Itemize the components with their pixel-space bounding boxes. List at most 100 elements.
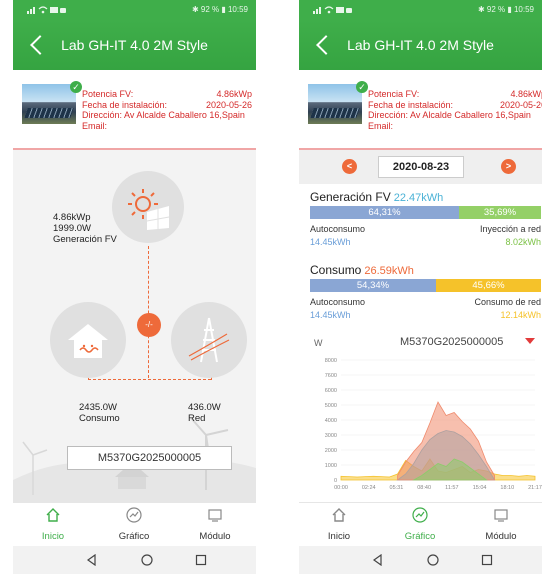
nav-grafico[interactable]: Gráfico [99,507,169,542]
power-chart: 8000 7600 6000 5000 4000 3000 2000 1000 000:00 02… [325,358,542,491]
prev-date-icon[interactable]: < [342,159,357,174]
flow-line-pv [148,246,149,378]
flow-line-bottom [88,379,211,380]
consumption-values: 14.45kWh 12.14kWh [310,310,541,320]
page-title: Lab GH-IT 4.0 2M Style [347,37,494,53]
generation-values: 14.45kWh 8.02kWh [310,237,541,247]
energy-flow-panel: 4.86kWp 1999.0W Generación FV -/- 2435.0… [13,150,256,502]
system-recents-icon[interactable] [481,554,493,566]
y-tick-label: 6000 [325,388,337,394]
y-tick-label: 0 [334,478,337,484]
nav-inicio-label: Inicio [41,531,65,542]
phone-chart-screen: ✱ 92 % ▮ 10:59 Lab GH-IT 4.0 2M Style ✓ … [299,0,542,574]
bottom-nav: Inicio Gráfico Módulo [13,502,256,547]
generation-export-segment: 35,69% [459,206,541,219]
info-row-date: Fecha de instalación: 2020-05-26 [82,99,252,110]
y-tick-label: 2000 [325,448,337,454]
pv-current-label: 1999.0W [53,223,92,234]
date-selector: < 2020-08-23 > [299,150,542,184]
status-bar: ✱ 92 % ▮ 10:59 [299,0,542,20]
online-check-icon: ✓ [356,81,368,93]
generation-labels: Autoconsumo Inyección a red [310,224,541,234]
system-back-icon[interactable] [86,554,98,566]
nav-grafico[interactable]: Gráfico [385,507,455,542]
status-bar: ✱ 92 % ▮ 10:59 [13,0,256,20]
y-tick-label: 5000 [325,403,337,409]
consumption-self-segment: 54,34% [310,279,436,292]
generation-block: Generación FV 22.47kWh 64,31% 35,69% Auto… [299,186,542,254]
module-icon [208,509,222,522]
next-date-icon[interactable]: > [501,159,516,174]
date-field[interactable]: 2020-08-23 [378,156,464,178]
app-header: Lab GH-IT 4.0 2M Style [299,20,542,70]
consumption-grid-segment: 45,66% [436,279,541,292]
system-home-icon[interactable] [427,554,439,566]
nav-modulo[interactable]: Módulo [180,507,250,542]
y-tick-label: 4000 [325,418,337,424]
nav-inicio-label: Inicio [327,531,351,542]
system-nav-bar [299,546,542,574]
x-tick-label: 08:40 [417,485,431,491]
signal-wifi-icons [27,6,66,14]
nav-modulo-label: Módulo [485,531,517,542]
consumption-value: 2435.0W [79,402,118,413]
nav-grafico-label: Gráfico [118,531,150,542]
device-serial-selector[interactable]: M5370G2025000005 [67,446,232,470]
home-icon [332,508,346,522]
y-tick-label: 3000 [325,433,337,439]
x-tick-label: 00:00 [334,485,348,491]
y-tick-label: 1000 [325,463,337,469]
power-tower-icon [188,317,230,363]
chart-icon [412,507,428,523]
info-row-power: Potencia FV:4.86kWp [82,89,252,99]
app-header: Lab GH-IT 4.0 2M Style [13,20,256,70]
chart-icon [126,507,142,523]
nav-inicio[interactable]: Inicio [18,507,88,542]
consumption-labels: Autoconsumo Consumo de red [310,297,541,307]
generation-bar: 64,31% 35,69% [310,206,541,219]
status-icons [313,5,353,17]
generation-title: Generación FV 22.47kWh [310,190,444,204]
nav-modulo[interactable]: Módulo [466,507,536,542]
pv-generation-label: Generación FV [53,234,117,245]
x-tick-label: 18:10 [500,485,514,491]
phone-home-screen: ✱ 92 % ▮ 10:59 Lab GH-IT 4.0 2M Style ✓ … [13,0,256,574]
consumption-title: Consumo 26.59kWh [310,263,414,277]
system-nav-bar [13,546,256,574]
consumption-label: Consumo [79,413,120,424]
page-title: Lab GH-IT 4.0 2M Style [61,37,208,53]
home-icon [46,508,60,522]
x-tick-label: 15:04 [473,485,487,491]
plant-photo [22,84,76,124]
system-back-icon[interactable] [372,554,384,566]
plant-photo [308,84,362,124]
sun-panel-icon [128,189,170,230]
nav-inicio[interactable]: Inicio [304,507,374,542]
signal-wifi-icons [313,6,352,14]
status-icons [27,5,67,17]
generation-self-segment: 64,31% [310,206,459,219]
chart-serial[interactable]: M5370G2025000005 [400,336,503,348]
pv-power-label: 4.86kWp [53,212,91,223]
power-chart-panel: W M5370G2025000005 8000 7600 6000 5000 4000 3… [299,332,542,502]
consumption-block: Consumo 26.59kWh 54,34% 45,66% Autoconsum… [299,259,542,327]
info-row-email: Email: [368,120,394,131]
system-home-icon[interactable] [141,554,153,566]
module-icon [494,509,508,522]
system-recents-icon[interactable] [195,554,207,566]
info-row-address: Dirección: Av Alcalde Caballero 16,Spain [368,110,531,120]
info-row-address: Dirección: Av Alcalde Caballero 16,Spain [82,110,245,120]
nav-grafico-label: Gráfico [404,531,436,542]
plant-info-card: ✓ Potencia FV:4.86kWp Fecha de instalaci… [13,70,256,150]
nav-modulo-label: Módulo [199,531,231,542]
info-row-date: Fecha de instalación: 2020-05-26 [368,99,542,110]
x-tick-label: 11:57 [445,485,458,491]
status-clock: ✱ 92 % ▮ 10:59 [477,5,534,14]
info-row-power: Potencia FV:4.86kWp [368,89,542,99]
chart-unit-label: W [314,338,323,348]
y-tick-label: 8000 [325,358,337,364]
bottom-nav: Inicio Gráfico Módulo [299,502,542,547]
x-tick-label: 05:31 [390,485,404,491]
serial-dropdown-icon[interactable] [525,338,535,344]
y-tick-label: 7600 [325,373,337,379]
